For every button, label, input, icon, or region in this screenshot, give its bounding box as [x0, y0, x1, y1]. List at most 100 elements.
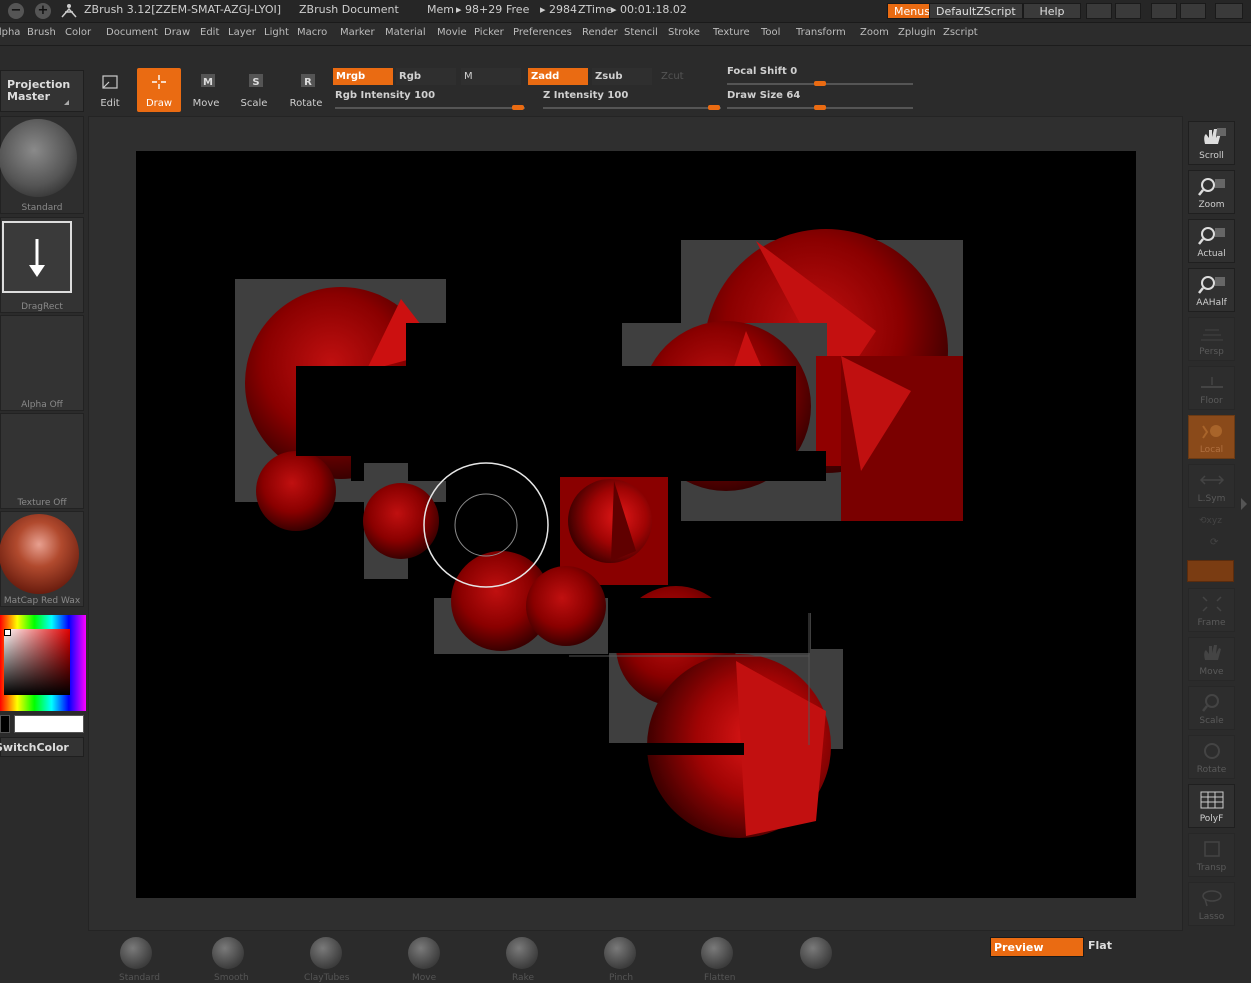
claytubes-brush-icon[interactable]	[310, 937, 342, 969]
menu-zplugin[interactable]: Zplugin	[898, 27, 936, 38]
rotate-button[interactable]: R Rotate	[284, 68, 328, 112]
draw-button[interactable]: Draw	[137, 68, 181, 112]
maximize-icon[interactable]: +	[35, 3, 51, 19]
menu-picker[interactable]: Picker	[474, 27, 504, 38]
menu-render[interactable]: Render	[582, 27, 618, 38]
main-color-swatch[interactable]	[14, 715, 84, 733]
pinch-brush-icon[interactable]	[604, 937, 636, 969]
aahalf-button[interactable]: AAHalf	[1188, 268, 1235, 312]
transp-button[interactable]: Transp	[1188, 833, 1235, 877]
rake-brush-icon[interactable]	[506, 937, 538, 969]
menu-document[interactable]: Document	[106, 27, 158, 38]
rgb-intensity-knob[interactable]	[512, 105, 524, 110]
menu-draw[interactable]: Draw	[164, 27, 190, 38]
menu-zscript[interactable]: Zscript	[943, 27, 978, 38]
actual-button[interactable]: Actual	[1188, 219, 1235, 263]
projection-master-button[interactable]: Projection Master	[0, 70, 84, 112]
xyz-icon[interactable]: ⟲xyz	[1199, 516, 1223, 528]
menu-marker[interactable]: Marker	[340, 27, 375, 38]
bottom-shelf: Standard Smooth ClayTubes Move Rake Pinc…	[88, 931, 1251, 983]
menu-edit[interactable]: Edit	[200, 27, 219, 38]
scale-icon: S	[249, 74, 263, 88]
smooth-brush-label: Smooth	[214, 973, 249, 983]
smooth-brush-icon[interactable]	[212, 937, 244, 969]
menu-light[interactable]: Light	[264, 27, 289, 38]
menu-layer[interactable]: Layer	[228, 27, 256, 38]
secondary-color-swatch[interactable]	[0, 715, 10, 733]
z-intensity-knob[interactable]	[708, 105, 720, 110]
zsub-button[interactable]: Zsub	[592, 68, 652, 85]
collapse-arrow-icon[interactable]	[1241, 498, 1247, 510]
move-brush-icon[interactable]	[408, 937, 440, 969]
menu-tool[interactable]: Tool	[761, 27, 780, 38]
minimize-icon[interactable]: −	[8, 3, 24, 19]
menu-alpha[interactable]: Alpha	[0, 27, 20, 38]
menu-material[interactable]: Material	[385, 27, 426, 38]
flatten-brush-icon[interactable]	[701, 937, 733, 969]
edit-button[interactable]: Edit	[88, 68, 132, 112]
lock-icon[interactable]	[1215, 3, 1243, 19]
floor-button[interactable]: Floor	[1188, 366, 1235, 410]
material-thumbnail[interactable]: MatCap Red Wax	[0, 511, 84, 607]
menu-preferences[interactable]: Preferences	[513, 27, 572, 38]
stroke-thumbnail[interactable]: DragRect	[0, 217, 84, 313]
rgb-intensity-track[interactable]	[335, 107, 525, 109]
frame-button[interactable]: Frame	[1188, 588, 1235, 632]
floor-icon	[1200, 377, 1223, 388]
local-button[interactable]: Local	[1188, 415, 1235, 459]
default-zscript-button[interactable]: DefaultZScript	[929, 3, 1023, 19]
z-intensity-track[interactable]	[543, 107, 721, 109]
rgb-intensity-slider[interactable]: Rgb Intensity 100	[335, 90, 435, 101]
color-picker[interactable]	[0, 615, 86, 711]
switch-color-button[interactable]: SwitchColor	[0, 737, 84, 757]
brush-thumbnail[interactable]: Standard	[0, 116, 84, 214]
menu-macro[interactable]: Macro	[297, 27, 327, 38]
menu-stroke[interactable]: Stroke	[668, 27, 700, 38]
menu-zoom[interactable]: Zoom	[860, 27, 889, 38]
menu-texture[interactable]: Texture	[713, 27, 750, 38]
zadd-button[interactable]: Zadd	[528, 68, 588, 85]
menu-transform[interactable]: Transform	[796, 27, 846, 38]
rgb-button[interactable]: Rgb	[396, 68, 456, 85]
rotate-z-button[interactable]	[1187, 560, 1234, 582]
standard-brush-icon[interactable]	[120, 937, 152, 969]
zoom-button[interactable]: Zoom	[1188, 170, 1235, 214]
menu-color[interactable]: Color	[65, 27, 91, 38]
scale-view-button[interactable]: Scale	[1188, 686, 1235, 730]
move-button[interactable]: M Move	[184, 68, 228, 112]
rotate-y-icon[interactable]: ⟳	[1210, 537, 1222, 549]
flat-button[interactable]: Flat	[1088, 939, 1112, 952]
scale-button[interactable]: S Scale	[232, 68, 276, 112]
draw-size-slider[interactable]: Draw Size 64	[727, 90, 800, 101]
m-button[interactable]: M	[461, 68, 521, 85]
layout-2-icon[interactable]	[1115, 3, 1141, 19]
move-view-button[interactable]: Move	[1188, 637, 1235, 681]
texture-label: Texture Off	[17, 498, 67, 508]
menu-stencil[interactable]: Stencil	[624, 27, 658, 38]
mrgb-button[interactable]: Mrgb	[333, 68, 393, 85]
layout-4-icon[interactable]	[1180, 3, 1206, 19]
menu-brush[interactable]: Brush	[27, 27, 56, 38]
draw-size-knob[interactable]	[814, 105, 826, 110]
z-intensity-slider[interactable]: Z Intensity 100	[543, 90, 628, 101]
alpha-thumbnail[interactable]: Alpha Off	[0, 315, 84, 411]
lsym-button[interactable]: L.Sym	[1188, 464, 1235, 508]
scroll-button[interactable]: Scroll	[1188, 121, 1235, 165]
focal-shift-knob[interactable]	[814, 81, 826, 86]
canvas[interactable]	[136, 151, 1136, 898]
layout-1-icon[interactable]	[1086, 3, 1112, 19]
rotate-view-button[interactable]: Rotate	[1188, 735, 1235, 779]
color-picker-cursor[interactable]	[4, 629, 11, 636]
zcut-button[interactable]: Zcut	[658, 68, 718, 85]
preview-button[interactable]: Preview	[990, 937, 1084, 957]
menu-movie[interactable]: Movie	[437, 27, 467, 38]
lasso-button[interactable]: Lasso	[1188, 882, 1235, 926]
extra-brush-icon[interactable]	[800, 937, 832, 969]
persp-button[interactable]: Persp	[1188, 317, 1235, 361]
focal-shift-slider[interactable]: Focal Shift 0	[727, 66, 797, 77]
polyf-button[interactable]: PolyF	[1188, 784, 1235, 828]
color-saturation-square[interactable]	[4, 629, 70, 695]
texture-thumbnail[interactable]: Texture Off	[0, 413, 84, 509]
help-button[interactable]: Help	[1023, 3, 1081, 19]
layout-3-icon[interactable]	[1151, 3, 1177, 19]
